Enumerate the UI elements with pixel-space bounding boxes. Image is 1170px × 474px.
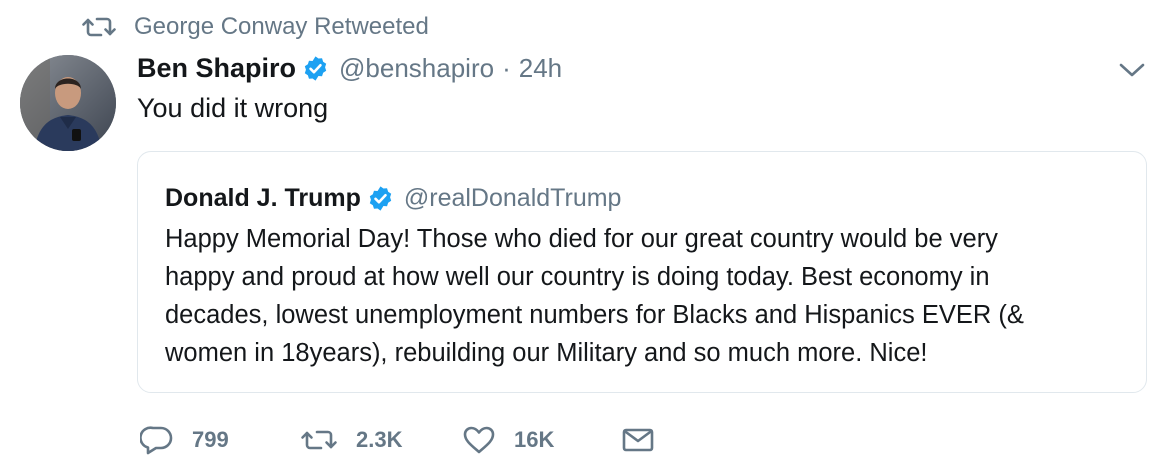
- reply-count: 799: [192, 427, 229, 452]
- like-count: 16K: [514, 427, 555, 452]
- retweet-button[interactable]: 2.3K: [300, 425, 462, 455]
- tweet-header: Ben Shapiro @benshapiro · 24h: [137, 50, 562, 86]
- author-name[interactable]: Ben Shapiro: [137, 53, 296, 84]
- like-button[interactable]: 16K: [462, 425, 622, 455]
- tweet-actions: 799 2.3K 16K: [140, 420, 654, 460]
- author-handle[interactable]: @benshapiro: [339, 53, 494, 84]
- chevron-down-icon[interactable]: [1117, 60, 1147, 80]
- retweet-icon: [82, 12, 116, 42]
- retweet-context-text[interactable]: George Conway Retweeted: [134, 13, 429, 41]
- quoted-tweet-header: Donald J. Trump @realDonaldTrump: [165, 180, 621, 216]
- quoted-tweet-line: Happy Memorial Day! Those who died for o…: [165, 225, 998, 253]
- quoted-author-name: Donald J. Trump: [165, 183, 361, 212]
- separator-dot: ·: [502, 52, 511, 83]
- retweet-icon: [300, 425, 338, 455]
- avatar[interactable]: [20, 55, 116, 151]
- heart-icon: [462, 425, 496, 455]
- verified-badge-icon: [302, 55, 329, 82]
- retweet-count: 2.3K: [356, 427, 403, 452]
- reply-button[interactable]: 799: [140, 424, 300, 456]
- quoted-author-handle: @realDonaldTrump: [403, 183, 622, 212]
- quoted-tweet-text: Happy Memorial Day! Those who died for o…: [165, 220, 1125, 372]
- quoted-tweet-line: women in 18years), rebuilding our Milita…: [165, 339, 928, 367]
- tweet-text: You did it wrong: [137, 93, 329, 123]
- quoted-tweet-line: happy and proud at how well our country …: [165, 263, 990, 291]
- tweet-timestamp[interactable]: 24h: [519, 53, 562, 84]
- direct-message-button[interactable]: [622, 427, 654, 453]
- verified-badge-icon: [367, 185, 394, 212]
- envelope-icon: [622, 427, 654, 453]
- reply-icon: [140, 424, 174, 456]
- quoted-tweet-line: decades, lowest unemployment numbers for…: [165, 301, 1024, 329]
- quoted-tweet[interactable]: Donald J. Trump @realDonaldTrump Happy M…: [137, 151, 1147, 393]
- retweet-context: George Conway Retweeted: [82, 10, 429, 44]
